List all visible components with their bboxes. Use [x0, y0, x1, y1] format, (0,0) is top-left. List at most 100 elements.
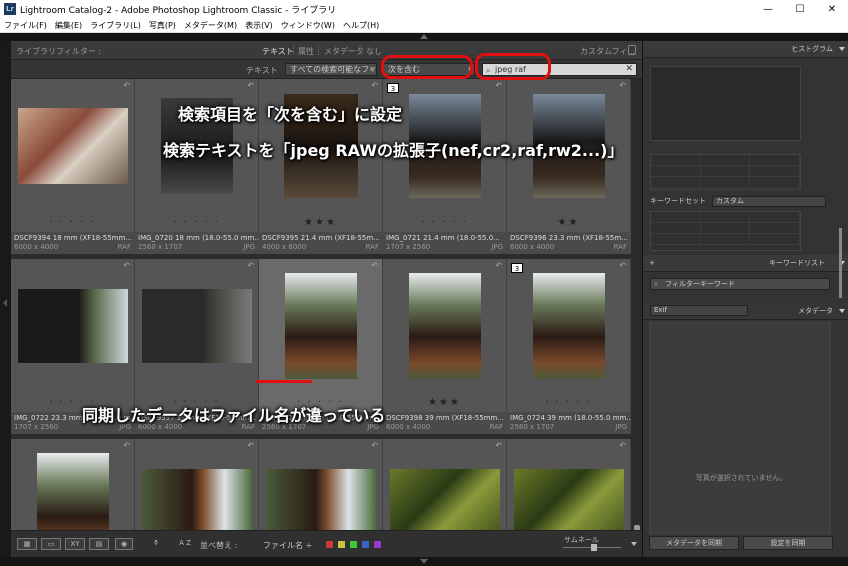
rotate-icon[interactable]: ↶ [619, 81, 626, 90]
sort-dropdown[interactable]: ファイル名 ÷ [263, 540, 312, 551]
sort-direction-icon[interactable]: A Z [175, 538, 195, 550]
thumbnail-cell[interactable]: ↶ · · · · · DSCF9394 18 mm (XF18-55mm... 60… [11, 79, 135, 254]
photo-thumbnail[interactable] [532, 273, 605, 380]
menu-file[interactable]: ファイル(F) [4, 19, 47, 32]
photo-thumbnail[interactable] [513, 469, 624, 530]
metadata-preset-dropdown[interactable]: Exif [650, 305, 748, 316]
photo-thumbnail[interactable] [284, 273, 357, 380]
menu-window[interactable]: ウィンドウ(W) [281, 19, 335, 32]
color-label-green[interactable] [350, 541, 357, 548]
star-rating[interactable]: · · · · · [383, 217, 506, 228]
color-label-blue[interactable] [362, 541, 369, 548]
survey-view-icon[interactable]: ▤ [89, 538, 109, 550]
color-label-yellow[interactable] [338, 541, 345, 548]
rotate-icon[interactable]: ↶ [247, 261, 254, 270]
minimize-button[interactable]: — [752, 0, 784, 19]
bottom-panel-toggle[interactable] [0, 557, 848, 566]
toolbar-menu-icon[interactable] [631, 542, 637, 546]
menu-edit[interactable]: 編集(E) [55, 19, 82, 32]
top-panel-toggle[interactable] [0, 33, 848, 41]
thumbnail-cell[interactable]: ↶ ★★★ DSCF9398 39 mm (XF18-55mm... 6000 x 4… [383, 259, 507, 434]
star-rating[interactable]: · · · · · [11, 217, 134, 228]
thumbnail-metadata: IMG_0720 18 mm (18.0-55.0 mm... 2560 x 17… [135, 232, 259, 254]
rotate-icon[interactable]: ↶ [495, 81, 502, 90]
star-rating[interactable]: ★★★ [259, 217, 382, 228]
histogram-area [650, 66, 801, 141]
grid-scrollbar[interactable] [632, 79, 642, 541]
thumbnail-cell[interactable]: ↶ · · · · · IMG_0722 23.3 mm (18.0-55.0 m.… [11, 259, 135, 434]
rotate-icon[interactable]: ↶ [123, 81, 130, 90]
photo-thumbnail[interactable] [389, 469, 500, 530]
menu-photo[interactable]: 写真(P) [149, 19, 176, 32]
exif-info: 23.3 mm (XF18-55m... [546, 234, 628, 242]
star-rating[interactable]: ★★ [507, 217, 630, 228]
close-button[interactable]: ✕ [816, 0, 848, 19]
stack-count-badge[interactable]: 3 [387, 83, 399, 93]
exif-info: 39 mm (XF18-55mm... [422, 414, 504, 422]
thumbnail-cell[interactable]: ↶★★★ [507, 439, 631, 530]
compare-view-icon[interactable]: XY [65, 538, 85, 550]
photo-thumbnail[interactable] [17, 289, 128, 364]
clear-icon[interactable]: ✕ [625, 64, 633, 75]
rotate-icon[interactable]: ↶ [123, 441, 130, 450]
star-rating[interactable]: · · · · · [507, 397, 630, 408]
maximize-button[interactable]: ☐ [784, 0, 816, 19]
thumbnail-cell[interactable]: ↶★★★ [11, 439, 135, 530]
menu-library[interactable]: ライブラリ(L) [90, 19, 141, 32]
keyword-set-dropdown[interactable]: カスタム [712, 196, 826, 207]
photo-thumbnail[interactable] [265, 469, 376, 530]
grid-view-icon[interactable]: ▦ [17, 538, 37, 550]
menu-metadata[interactable]: メタデータ(M) [184, 19, 237, 32]
rotate-icon[interactable]: ↶ [371, 441, 378, 450]
photo-thumbnail[interactable] [408, 273, 481, 380]
divider [293, 45, 294, 55]
menu-view[interactable]: 表示(V) [245, 19, 273, 32]
histogram-header[interactable]: ヒストグラム [643, 41, 848, 58]
rotate-icon[interactable]: ↶ [495, 441, 502, 450]
filter-tab-none[interactable]: なし [366, 46, 382, 57]
color-label-purple[interactable] [374, 541, 381, 548]
sync-metadata-button[interactable]: メタデータを同期 [649, 536, 739, 550]
metadata-content: 写真が選択されていません。 [649, 322, 831, 534]
filter-preset-dropdown[interactable]: カスタムフィ... [580, 46, 635, 57]
menu-help[interactable]: ヘルプ(H) [343, 19, 379, 32]
color-label-red[interactable] [326, 541, 333, 548]
loupe-view-icon[interactable]: ▭ [41, 538, 61, 550]
rotate-icon[interactable]: ↶ [371, 261, 378, 270]
left-panel-toggle[interactable] [0, 41, 11, 557]
keyword-list-header[interactable]: + キーワードリスト [643, 255, 848, 272]
lock-icon[interactable] [628, 45, 636, 55]
rotate-icon[interactable]: ↶ [123, 261, 130, 270]
add-keyword-icon[interactable]: + [649, 259, 655, 267]
search-field-dropdown[interactable]: すべての検索可能なフィ... ⬍ [285, 63, 377, 76]
keyword-filter-input[interactable]: ⌕ フィルターキーワード [650, 278, 830, 290]
filter-tab-metadata[interactable]: メタデータ [324, 46, 364, 57]
photo-thumbnail[interactable] [141, 469, 252, 530]
filter-tab-attribute[interactable]: 属性 [298, 46, 314, 57]
keyword-filter-placeholder: フィルターキーワード [665, 280, 735, 288]
rotate-icon[interactable]: ↶ [247, 441, 254, 450]
star-rating[interactable]: ★★★ [383, 397, 506, 408]
sync-settings-button[interactable]: 設定を同期 [743, 536, 833, 550]
photo-thumbnail[interactable] [36, 453, 109, 530]
right-panel-scrollbar[interactable] [839, 228, 842, 298]
thumbnail-cell[interactable]: 3 ↶ · · · · · IMG_0724 39 mm (18.0-55.0 mm.… [507, 259, 631, 434]
rotate-icon[interactable]: ↶ [619, 261, 626, 270]
star-rating[interactable]: · · · · · [135, 217, 258, 228]
thumbnail-cell[interactable]: ↶ · · · · · IMG_0723 18 mm (18.0-55.0 mm..… [259, 259, 383, 434]
filter-tab-text[interactable]: テキスト [262, 46, 294, 57]
thumbnail-cell[interactable]: ↶★★★ [259, 439, 383, 530]
rotate-icon[interactable]: ↶ [247, 81, 254, 90]
slider-handle[interactable] [591, 544, 597, 551]
rotate-icon[interactable]: ↶ [495, 261, 502, 270]
stack-count-badge[interactable]: 3 [511, 263, 523, 273]
photo-thumbnail[interactable] [141, 289, 252, 364]
thumbnail-cell[interactable]: ↶· · · · · [135, 439, 259, 530]
thumbnail-cell[interactable]: ↶· · · · · [383, 439, 507, 530]
people-view-icon[interactable]: ◉ [115, 538, 133, 550]
rotate-icon[interactable]: ↶ [371, 81, 378, 90]
rotate-icon[interactable]: ↶ [619, 441, 626, 450]
photo-thumbnail[interactable] [17, 108, 128, 185]
thumbnail-cell[interactable]: ↶ · · · · · DSCF9397 18 mm (XF18-55mm... 60… [135, 259, 259, 434]
spray-can-icon[interactable]: ⚱ [151, 538, 161, 550]
